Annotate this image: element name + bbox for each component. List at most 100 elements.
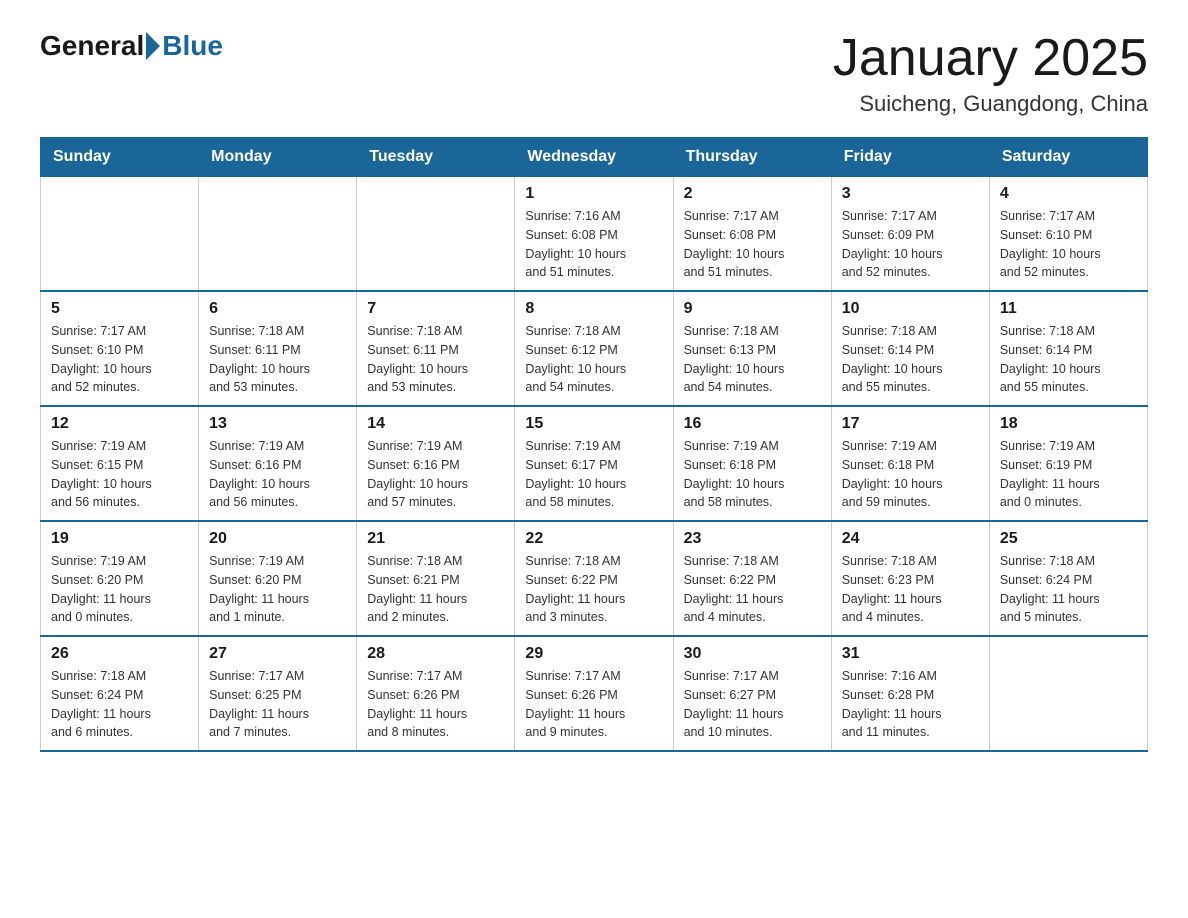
day-info: Sunrise: 7:18 AM Sunset: 6:13 PM Dayligh…	[684, 322, 821, 397]
logo-general-text: General	[40, 30, 144, 62]
calendar-cell: 24Sunrise: 7:18 AM Sunset: 6:23 PM Dayli…	[831, 521, 989, 636]
day-number: 28	[367, 645, 504, 663]
week-row-4: 19Sunrise: 7:19 AM Sunset: 6:20 PM Dayli…	[41, 521, 1148, 636]
day-number: 9	[684, 300, 821, 318]
calendar-cell: 30 Sunrise: 7:17 AM Sunset: 6:27 PM Dayli…	[673, 636, 831, 751]
day-number: 2	[684, 185, 821, 203]
day-info: Sunrise: 7:17 AM Sunset: 6:08 PM Dayligh…	[684, 207, 821, 282]
calendar-cell: 25 Sunrise: 7:18 AM Sunset: 6:24 PM Dayli…	[989, 521, 1147, 636]
calendar-cell: 8 Sunrise: 7:18 AM Sunset: 6:12 PM Daylig…	[515, 291, 673, 406]
day-number: 16	[684, 415, 821, 433]
title-block: January 2025 Suicheng, Guangdong, China	[833, 30, 1148, 117]
calendar-cell: 27Sunrise: 7:17 AM Sunset: 6:25 PM Dayli…	[199, 636, 357, 751]
weekday-header-monday: Monday	[199, 138, 357, 177]
page-header: General Blue January 2025 Suicheng, Guan…	[40, 30, 1148, 117]
weekday-header-friday: Friday	[831, 138, 989, 177]
day-info: Sunrise: 7:16 AM Sunset: 6:08 PM Dayligh…	[525, 207, 662, 282]
calendar-cell: 3 Sunrise: 7:17 AM Sunset: 6:09 PM Daylig…	[831, 177, 989, 292]
calendar-cell: 6Sunrise: 7:18 AM Sunset: 6:11 PM Daylig…	[199, 291, 357, 406]
calendar-cell: 18 Sunrise: 7:19 AM Sunset: 6:19 PM Dayli…	[989, 406, 1147, 521]
day-info: Sunrise: 7:17 AM Sunset: 6:09 PM Dayligh…	[842, 207, 979, 282]
calendar-cell: 21 Sunrise: 7:18 AM Sunset: 6:21 PM Dayli…	[357, 521, 515, 636]
day-info: Sunrise: 7:17 AM Sunset: 6:27 PM Dayligh…	[684, 667, 821, 742]
calendar-cell: 15 Sunrise: 7:19 AM Sunset: 6:17 PM Dayli…	[515, 406, 673, 521]
day-number: 7	[367, 300, 504, 318]
day-number: 14	[367, 415, 504, 433]
calendar-cell	[199, 177, 357, 292]
day-info: Sunrise: 7:17 AM Sunset: 6:26 PM Dayligh…	[367, 667, 504, 742]
calendar-cell: 19Sunrise: 7:19 AM Sunset: 6:20 PM Dayli…	[41, 521, 199, 636]
day-number: 12	[51, 415, 188, 433]
day-info: Sunrise: 7:18 AM Sunset: 6:24 PM Dayligh…	[51, 667, 188, 742]
calendar-cell: 31 Sunrise: 7:16 AM Sunset: 6:28 PM Dayli…	[831, 636, 989, 751]
logo-arrow-icon	[146, 32, 160, 60]
calendar-cell: 7 Sunrise: 7:18 AM Sunset: 6:11 PM Daylig…	[357, 291, 515, 406]
week-row-3: 12 Sunrise: 7:19 AM Sunset: 6:15 PM Dayli…	[41, 406, 1148, 521]
calendar-cell: 23 Sunrise: 7:18 AM Sunset: 6:22 PM Dayli…	[673, 521, 831, 636]
day-info: Sunrise: 7:18 AM Sunset: 6:11 PM Dayligh…	[367, 322, 504, 397]
day-info: Sunrise: 7:18 AM Sunset: 6:14 PM Dayligh…	[1000, 322, 1137, 397]
day-info: Sunrise: 7:18 AM Sunset: 6:14 PM Dayligh…	[842, 322, 979, 397]
weekday-header-row: SundayMondayTuesdayWednesdayThursdayFrid…	[41, 138, 1148, 177]
weekday-header-wednesday: Wednesday	[515, 138, 673, 177]
day-number: 11	[1000, 300, 1137, 318]
calendar-cell: 2 Sunrise: 7:17 AM Sunset: 6:08 PM Daylig…	[673, 177, 831, 292]
day-info: Sunrise: 7:19 AM Sunset: 6:16 PM Dayligh…	[367, 437, 504, 512]
calendar-cell: 17Sunrise: 7:19 AM Sunset: 6:18 PM Dayli…	[831, 406, 989, 521]
logo-blue-text: Blue	[162, 30, 223, 62]
weekday-header-saturday: Saturday	[989, 138, 1147, 177]
calendar-body: 1 Sunrise: 7:16 AM Sunset: 6:08 PM Daylig…	[41, 177, 1148, 752]
day-number: 21	[367, 530, 504, 548]
calendar-cell: 12 Sunrise: 7:19 AM Sunset: 6:15 PM Dayli…	[41, 406, 199, 521]
week-row-5: 26Sunrise: 7:18 AM Sunset: 6:24 PM Dayli…	[41, 636, 1148, 751]
day-number: 22	[525, 530, 662, 548]
calendar-cell: 20Sunrise: 7:19 AM Sunset: 6:20 PM Dayli…	[199, 521, 357, 636]
day-info: Sunrise: 7:17 AM Sunset: 6:26 PM Dayligh…	[525, 667, 662, 742]
calendar-cell: 28 Sunrise: 7:17 AM Sunset: 6:26 PM Dayli…	[357, 636, 515, 751]
day-number: 10	[842, 300, 979, 318]
calendar-cell: 10 Sunrise: 7:18 AM Sunset: 6:14 PM Dayli…	[831, 291, 989, 406]
day-number: 17	[842, 415, 979, 433]
day-number: 25	[1000, 530, 1137, 548]
day-info: Sunrise: 7:18 AM Sunset: 6:21 PM Dayligh…	[367, 552, 504, 627]
day-number: 3	[842, 185, 979, 203]
week-row-1: 1 Sunrise: 7:16 AM Sunset: 6:08 PM Daylig…	[41, 177, 1148, 292]
day-number: 20	[209, 530, 346, 548]
day-number: 18	[1000, 415, 1137, 433]
day-number: 15	[525, 415, 662, 433]
calendar-table: SundayMondayTuesdayWednesdayThursdayFrid…	[40, 137, 1148, 752]
day-number: 29	[525, 645, 662, 663]
calendar-cell: 22Sunrise: 7:18 AM Sunset: 6:22 PM Dayli…	[515, 521, 673, 636]
day-number: 30	[684, 645, 821, 663]
calendar-cell: 14 Sunrise: 7:19 AM Sunset: 6:16 PM Dayli…	[357, 406, 515, 521]
day-info: Sunrise: 7:19 AM Sunset: 6:19 PM Dayligh…	[1000, 437, 1137, 512]
day-number: 1	[525, 185, 662, 203]
day-info: Sunrise: 7:16 AM Sunset: 6:28 PM Dayligh…	[842, 667, 979, 742]
calendar-cell	[989, 636, 1147, 751]
day-number: 6	[209, 300, 346, 318]
day-info: Sunrise: 7:18 AM Sunset: 6:23 PM Dayligh…	[842, 552, 979, 627]
month-title: January 2025	[833, 30, 1148, 87]
calendar-header: SundayMondayTuesdayWednesdayThursdayFrid…	[41, 138, 1148, 177]
day-number: 31	[842, 645, 979, 663]
calendar-cell: 16 Sunrise: 7:19 AM Sunset: 6:18 PM Dayli…	[673, 406, 831, 521]
calendar-cell: 13Sunrise: 7:19 AM Sunset: 6:16 PM Dayli…	[199, 406, 357, 521]
calendar-cell	[41, 177, 199, 292]
weekday-header-tuesday: Tuesday	[357, 138, 515, 177]
day-info: Sunrise: 7:19 AM Sunset: 6:17 PM Dayligh…	[525, 437, 662, 512]
day-info: Sunrise: 7:18 AM Sunset: 6:12 PM Dayligh…	[525, 322, 662, 397]
day-number: 5	[51, 300, 188, 318]
weekday-header-thursday: Thursday	[673, 138, 831, 177]
day-info: Sunrise: 7:19 AM Sunset: 6:20 PM Dayligh…	[51, 552, 188, 627]
calendar-cell: 11 Sunrise: 7:18 AM Sunset: 6:14 PM Dayli…	[989, 291, 1147, 406]
day-number: 23	[684, 530, 821, 548]
logo: General Blue	[40, 30, 223, 62]
day-info: Sunrise: 7:19 AM Sunset: 6:18 PM Dayligh…	[684, 437, 821, 512]
day-number: 8	[525, 300, 662, 318]
day-info: Sunrise: 7:19 AM Sunset: 6:15 PM Dayligh…	[51, 437, 188, 512]
week-row-2: 5Sunrise: 7:17 AM Sunset: 6:10 PM Daylig…	[41, 291, 1148, 406]
day-info: Sunrise: 7:18 AM Sunset: 6:24 PM Dayligh…	[1000, 552, 1137, 627]
day-info: Sunrise: 7:18 AM Sunset: 6:22 PM Dayligh…	[684, 552, 821, 627]
calendar-cell	[357, 177, 515, 292]
calendar-cell: 9 Sunrise: 7:18 AM Sunset: 6:13 PM Daylig…	[673, 291, 831, 406]
